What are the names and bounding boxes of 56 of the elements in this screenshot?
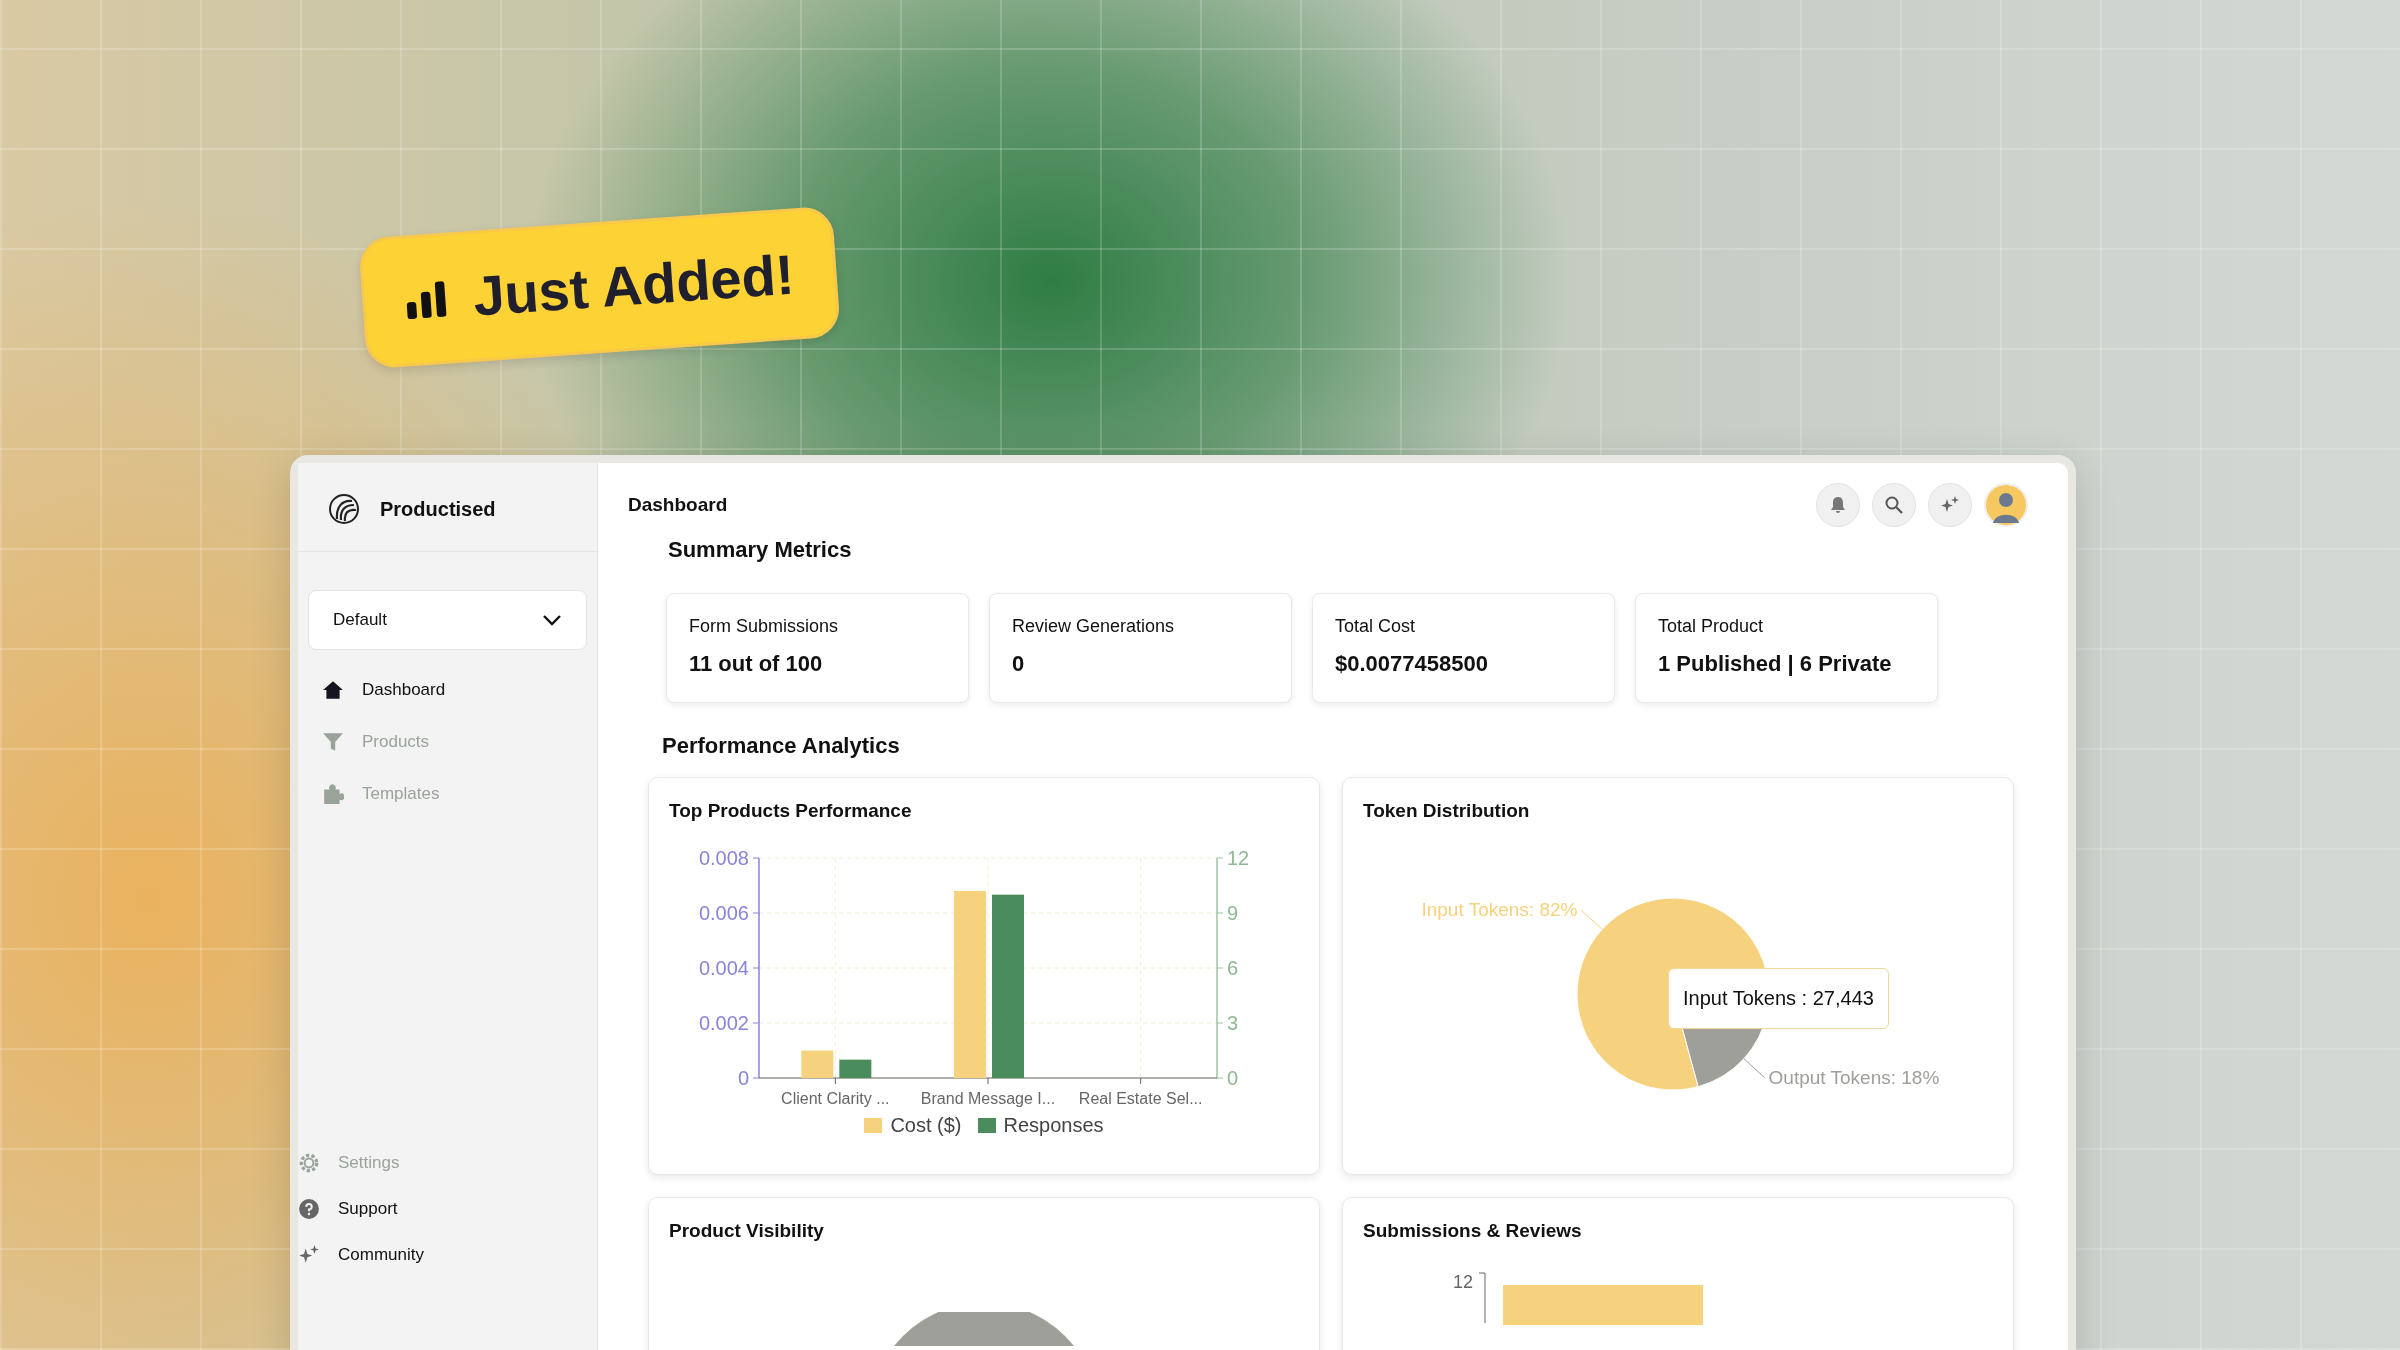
category-label: Client Clarity ... [781,1090,890,1107]
nav-item[interactable]: Dashboard [322,674,573,706]
axis-tick-label: 0.008 [698,847,749,869]
leader-line [1743,1058,1766,1079]
metric-label: Total Product [1658,616,1765,637]
chart-title: Token Distribution [1363,800,1531,822]
chart-title: Submissions & Reviews [1363,1220,1583,1242]
home-icon [322,679,344,701]
leader-line [1580,909,1603,930]
user-avatar[interactable] [1984,483,2028,527]
page-title: Dashboard [628,494,728,516]
metric-value: 0 [1012,651,1026,677]
axis-tick-label: 12 [1453,1272,1474,1293]
legend-label: Responses [1003,1114,1104,1137]
ai-button[interactable] [1928,483,1972,527]
legend-label: Cost ($) [890,1114,962,1137]
metric-label: Form Submissions [689,616,840,637]
slice-label: Output Tokens: 18% [1768,1066,1940,1088]
section-title: Performance Analytics [662,733,901,759]
notifications-button[interactable] [1816,483,1860,527]
axis-tick-label: 9 [1227,902,1239,924]
category-label: Brand Message I... [920,1090,1056,1107]
bell-icon [1828,495,1848,515]
logo-icon [328,493,360,525]
chart-title: Top Products Performance [669,800,913,822]
search-button[interactable] [1872,483,1916,527]
bar-chart-icon [404,280,449,320]
brand-name: Productised [380,497,496,521]
axis-tick-label: 3 [1227,1012,1239,1034]
search-icon [1884,495,1904,515]
chevron-down-icon [542,614,562,626]
axis-tick-label: 0 [737,1067,749,1089]
settings-icon [298,1152,320,1174]
axis-tick-label: 0 [1227,1067,1239,1089]
axis-tick-label: 6 [1227,957,1239,979]
chart-title: Product Visibility [669,1220,825,1242]
chart-tooltip: Input Tokens : 27,443 [1668,968,1889,1029]
metric-label: Total Cost [1335,616,1417,637]
workspace-select[interactable]: Default [308,590,587,650]
metric-value: 11 out of 100 [689,651,824,677]
nav-item[interactable]: Community [298,1239,573,1271]
axis-tick-label: 0.006 [698,902,749,924]
funnel-icon [322,731,344,753]
axis-tick-label: 12 [1227,847,1250,869]
section-title: Summary Metrics [668,537,853,563]
axis-tick-label: 0.002 [698,1012,749,1034]
category-label: Real Estate Sel... [1078,1090,1203,1107]
axis-tick-label: 0.004 [698,957,749,979]
metric-value: $0.0077458500 [1335,651,1489,677]
metric-label: Review Generations [1012,616,1176,637]
badge-label: Just Added! [471,241,797,329]
puzzle-icon [322,783,344,805]
nav-item[interactable]: Support [298,1193,573,1225]
slice-label: Input Tokens: 82% [1421,899,1578,921]
person-silhouette-icon [1986,485,2026,525]
metric-value: 1 Published | 6 Private [1658,651,1893,677]
